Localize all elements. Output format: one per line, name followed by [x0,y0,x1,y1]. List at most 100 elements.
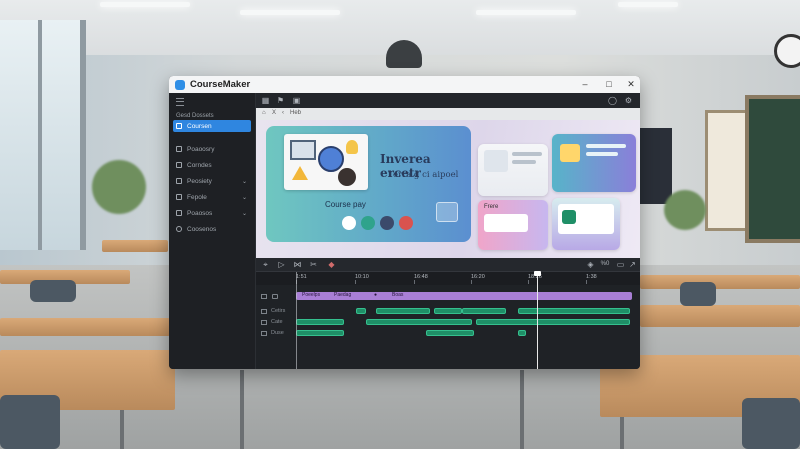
document-icon [176,210,182,216]
share-icon[interactable] [436,202,458,222]
ceiling-light [240,10,340,15]
globe-icon [318,146,344,172]
tick-mark [471,280,472,284]
crop-icon[interactable]: ⌖ [261,260,270,269]
sidebar-item-corndes[interactable]: Corndes [173,159,251,171]
pendant-lamp [386,40,422,68]
folder-icon [261,309,267,314]
app-logo-icon [175,79,185,90]
tick-label: 1:38 [586,274,597,280]
sidebar-item-coursen[interactable]: Coursen [173,120,251,132]
green-clip[interactable] [296,330,344,336]
chair [0,395,60,449]
purple-clip[interactable]: Poeelps Paedag ● Boas [296,292,632,300]
green-clip[interactable] [366,319,472,325]
tick-label: 10:10 [355,274,369,280]
tick-label: 1:51 [296,274,307,280]
cut-icon[interactable]: ✂ [309,260,318,269]
green-clip[interactable] [518,308,630,314]
text-line [586,144,626,148]
snap-icon[interactable]: ◈ [586,260,595,269]
home-icon[interactable]: ⌂ [262,110,266,116]
chevron-down-icon: ⌄ [241,194,247,201]
wall-poster [640,128,672,204]
slide-thumbnail[interactable] [552,134,636,192]
green-clip[interactable] [356,308,366,314]
tick-label: 16:48 [414,274,428,280]
track-label: Cate [271,319,283,325]
box-icon[interactable] [380,216,394,230]
desk [102,240,168,252]
sidebar-item-coosenos[interactable]: Coosenos [173,223,251,235]
preview-tab[interactable]: Heb [290,110,301,116]
bird-icon[interactable] [342,216,356,230]
zoom-level[interactable]: %0 [599,260,611,269]
slide-thumbnail[interactable] [478,144,548,196]
chart-icon [562,210,576,224]
breadcrumb[interactable]: X [272,110,276,116]
target-icon[interactable] [361,216,375,230]
maximize-button[interactable]: □ [603,78,615,90]
tick-mark [528,280,529,284]
folder-icon [261,320,267,325]
slide-button-text[interactable]: Course pay [325,200,366,209]
app-title: CourseMaker [190,79,251,90]
folder-icon [272,294,278,299]
marker-icon[interactable]: ◆ [327,260,336,269]
main-slide[interactable]: Inverea ercetr Terra g ci aipoel Course … [266,126,471,242]
fit-icon[interactable]: ▭ [616,260,625,269]
flag-icon[interactable]: ⚑ [276,96,285,105]
green-clip[interactable] [462,308,506,314]
settings-icon[interactable]: ⚙ [624,96,633,105]
history-icon[interactable]: ◯ [608,96,617,105]
star-icon [176,194,182,200]
window [0,20,86,250]
clip-label: Boas [392,292,404,298]
sidebar-item-fepole[interactable]: Fepole ⌄ [173,191,251,203]
track-label: Cetirs [271,308,286,314]
monitor-icon [290,140,316,160]
ceiling-light [618,2,678,7]
tick-mark [355,280,356,284]
play-icon[interactable]: ▷ [277,260,286,269]
sidebar-item-label: Poaoosry [187,145,215,153]
lightbulb-icon [346,140,358,154]
green-clip[interactable] [476,319,630,325]
desk [640,275,800,289]
sidebar-item-poaoosry[interactable]: Poaoosry [173,143,251,155]
ceiling-light [100,2,190,7]
card-label: Frere [484,204,499,210]
sidebar-item-peosiety[interactable]: Peosiety ⌄ [173,175,251,187]
slide-thumbnail[interactable]: Frere [478,200,548,250]
sidebar-item-poaosos[interactable]: Poaosos ⌄ [173,207,251,219]
heart-icon [560,144,580,162]
menu-icon[interactable] [176,98,184,106]
title-bar: CourseMaker – □ ✕ [169,76,640,93]
tick-mark [414,280,415,284]
back-icon[interactable]: ‹ [282,110,284,116]
timeline-ruler[interactable]: 1:51 10:10 16:48 16:20 18:26 1:38 [256,272,640,285]
sidebar-item-label: Peosiety [187,177,212,185]
chevron-down-icon: ⌄ [241,178,247,185]
slide-thumbnail[interactable] [552,198,620,250]
in-point-marker[interactable] [296,272,297,369]
grid-icon[interactable]: ▦ [261,96,270,105]
timeline-panel: ⌖ ▷ ⋈ ✂ ◆ ◈ %0 ▭ ↗ 1:51 10:10 16:48 16:2… [256,258,640,369]
green-clip[interactable] [376,308,430,314]
expand-icon[interactable]: ↗ [628,260,637,269]
layout-icon[interactable]: ▣ [292,96,301,105]
wall-clock [774,34,800,68]
green-clip[interactable] [296,319,344,325]
record-icon[interactable] [399,216,413,230]
green-clip[interactable] [434,308,462,314]
green-clip[interactable] [518,330,526,336]
minimize-button[interactable]: – [579,78,591,90]
chair [30,280,76,302]
timeline-toolbar: ⌖ ▷ ⋈ ✂ ◆ ◈ %0 ▭ ↗ [256,258,640,272]
chalkboard [745,95,800,243]
playhead[interactable] [534,271,541,369]
sidebar-section-label: Gesd Dossets [176,113,214,119]
close-button[interactable]: ✕ [625,78,637,90]
split-icon[interactable]: ⋈ [293,260,302,269]
green-clip[interactable] [426,330,474,336]
